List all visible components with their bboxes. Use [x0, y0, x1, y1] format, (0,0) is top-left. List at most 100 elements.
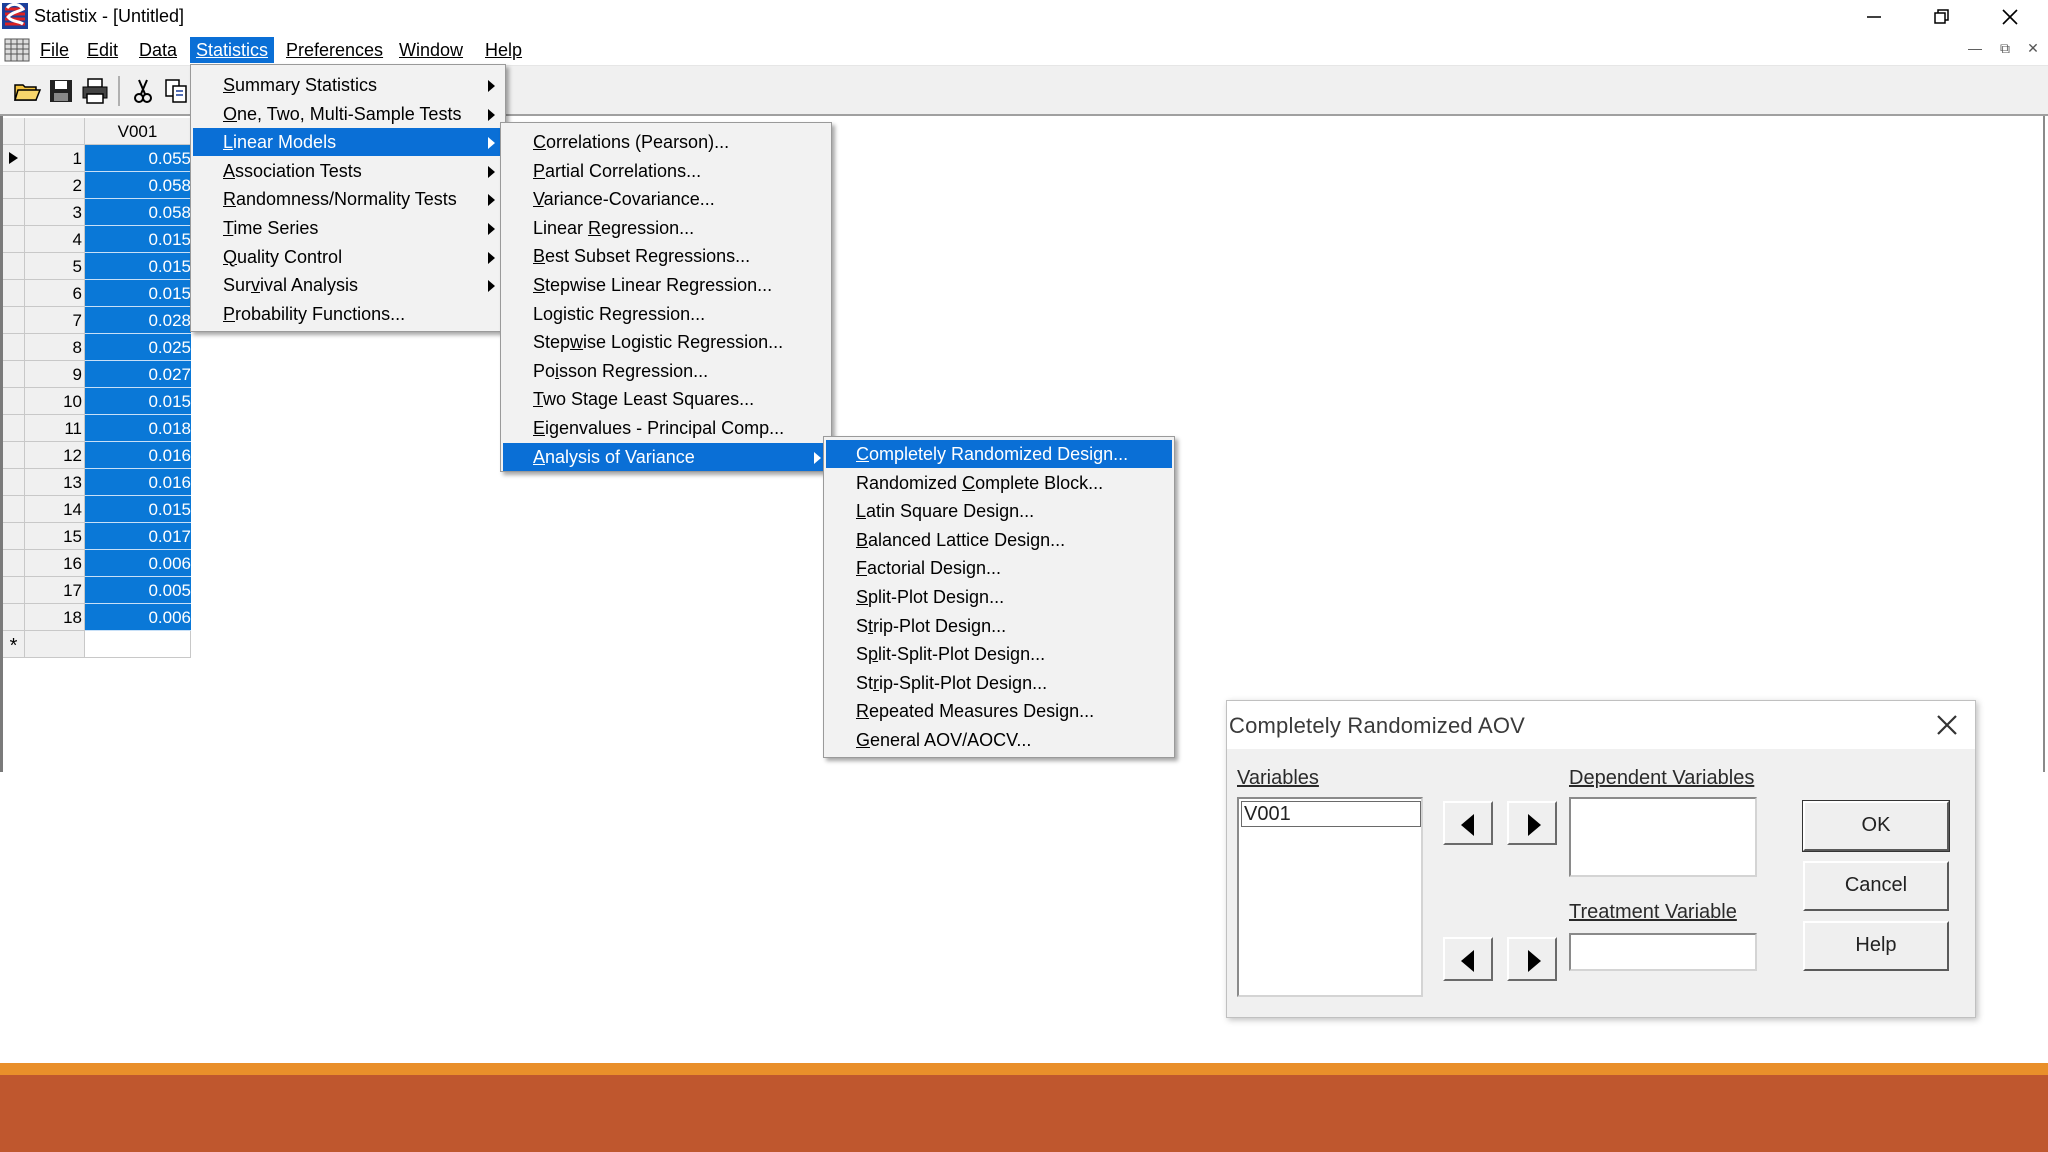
data-cell[interactable]: 0.027	[85, 361, 191, 388]
row-number[interactable]: 6	[25, 280, 85, 307]
table-row[interactable]: 6 0.015	[3, 280, 191, 307]
menu-item-randomness-normality-tests[interactable]: Randomness/Normality Tests	[193, 185, 503, 213]
table-row[interactable]: 7 0.028	[3, 307, 191, 334]
table-row[interactable]: 14 0.015	[3, 496, 191, 523]
data-cell[interactable]: 0.015	[85, 280, 191, 307]
variable-item-v001[interactable]: V001	[1241, 801, 1421, 827]
menu-edit[interactable]: Edit	[81, 37, 124, 63]
menu-window[interactable]: Window	[393, 37, 469, 63]
data-cell[interactable]: 0.016	[85, 442, 191, 469]
menu-preferences[interactable]: Preferences	[280, 37, 389, 63]
row-indicator[interactable]	[3, 469, 25, 496]
empty-cell[interactable]	[85, 631, 191, 658]
row-number[interactable]: 15	[25, 523, 85, 550]
row-indicator[interactable]	[3, 577, 25, 604]
close-button[interactable]	[1978, 0, 2042, 34]
menu-item-probability-functions[interactable]: Probability Functions...	[193, 300, 503, 328]
row-indicator[interactable]	[3, 523, 25, 550]
data-cell[interactable]: 0.016	[85, 469, 191, 496]
menu-item-linear-models[interactable]: Linear Models	[193, 128, 503, 157]
menu-item-linear-regression[interactable]: Linear Regression...	[503, 214, 829, 242]
menu-item-logistic-regression[interactable]: Logistic Regression...	[503, 300, 829, 328]
child-restore-button[interactable]: ⧉	[1992, 40, 2018, 60]
row-indicator[interactable]	[3, 550, 25, 577]
table-row[interactable]: 15 0.017	[3, 523, 191, 550]
table-row[interactable]: 1 0.055	[3, 145, 191, 172]
child-minimize-button[interactable]: —	[1962, 40, 1988, 60]
data-cell[interactable]: 0.015	[85, 226, 191, 253]
variables-list[interactable]: V001	[1237, 797, 1423, 997]
treatment-variable-field[interactable]	[1569, 933, 1757, 971]
copy-button[interactable]	[162, 76, 192, 106]
menu-item-correlations-pearson[interactable]: Correlations (Pearson)...	[503, 128, 829, 156]
row-number[interactable]: 5	[25, 253, 85, 280]
help-button[interactable]: Help	[1803, 921, 1949, 971]
row-indicator[interactable]	[3, 415, 25, 442]
row-indicator[interactable]	[3, 253, 25, 280]
row-number[interactable]: 9	[25, 361, 85, 388]
data-cell[interactable]: 0.028	[85, 307, 191, 334]
row-indicator[interactable]	[3, 361, 25, 388]
row-number[interactable]: 10	[25, 388, 85, 415]
menu-item-best-subset-regressions[interactable]: Best Subset Regressions...	[503, 242, 829, 270]
table-row[interactable]: 2 0.058	[3, 172, 191, 199]
menu-item-latin-square-design[interactable]: Latin Square Design...	[826, 497, 1172, 525]
row-number[interactable]: 3	[25, 199, 85, 226]
row-indicator[interactable]	[3, 199, 25, 226]
data-cell[interactable]: 0.015	[85, 388, 191, 415]
row-indicator[interactable]	[3, 442, 25, 469]
menu-data[interactable]: Data	[133, 37, 183, 63]
remove-dependent-button[interactable]	[1443, 801, 1493, 845]
menu-item-strip-split-plot-design[interactable]: Strip-Split-Plot Design...	[826, 669, 1172, 697]
menu-item-strip-plot-design[interactable]: Strip-Plot Design...	[826, 612, 1172, 640]
row-number[interactable]: 12	[25, 442, 85, 469]
data-cell[interactable]: 0.058	[85, 172, 191, 199]
row-number[interactable]: 7	[25, 307, 85, 334]
menu-file[interactable]: File	[34, 37, 75, 63]
restore-button[interactable]	[1910, 0, 1974, 34]
menu-item-association-tests[interactable]: Association Tests	[193, 157, 503, 185]
row-number[interactable]: 8	[25, 334, 85, 361]
table-row[interactable]: 9 0.027	[3, 361, 191, 388]
table-row[interactable]: 18 0.006	[3, 604, 191, 631]
table-row[interactable]: 3 0.058	[3, 199, 191, 226]
data-cell[interactable]: 0.006	[85, 550, 191, 577]
row-indicator[interactable]	[3, 172, 25, 199]
data-cell[interactable]: 0.015	[85, 253, 191, 280]
print-button[interactable]	[80, 76, 110, 106]
menu-item-quality-control[interactable]: Quality Control	[193, 243, 503, 271]
table-row[interactable]: 4 0.015	[3, 226, 191, 253]
table-row[interactable]: 8 0.025	[3, 334, 191, 361]
menu-item-stepwise-linear-regression[interactable]: Stepwise Linear Regression...	[503, 271, 829, 299]
menu-help[interactable]: Help	[479, 37, 528, 63]
corner-cell[interactable]	[3, 118, 25, 145]
table-row[interactable]: 17 0.005	[3, 577, 191, 604]
row-number[interactable]: 16	[25, 550, 85, 577]
row-number[interactable]: 18	[25, 604, 85, 631]
minimize-button[interactable]	[1842, 0, 1906, 34]
menu-item-one-two-multi-sample-tests[interactable]: One, Two, Multi-Sample Tests	[193, 100, 503, 128]
menu-item-poisson-regression[interactable]: Poisson Regression...	[503, 357, 829, 385]
table-row[interactable]: 10 0.015	[3, 388, 191, 415]
menu-item-completely-randomized-design[interactable]: Completely Randomized Design...	[826, 440, 1172, 468]
data-cell[interactable]: 0.015	[85, 496, 191, 523]
document-grid-icon[interactable]	[4, 37, 32, 63]
menu-item-randomized-complete-block[interactable]: Randomized Complete Block...	[826, 469, 1172, 497]
menu-item-summary-statistics[interactable]: Summary Statistics	[193, 71, 503, 99]
table-row[interactable]: 11 0.018	[3, 415, 191, 442]
dependent-variables-list[interactable]	[1569, 797, 1757, 877]
menu-statistics[interactable]: Statistics	[190, 37, 275, 63]
menu-item-stepwise-logistic-regression[interactable]: Stepwise Logistic Regression...	[503, 328, 829, 356]
menu-item-split-split-plot-design[interactable]: Split-Split-Plot Design...	[826, 640, 1172, 668]
column-header-v001[interactable]: V001	[85, 118, 191, 145]
row-indicator[interactable]	[3, 604, 25, 631]
remove-treatment-button[interactable]	[1443, 937, 1493, 981]
data-cell[interactable]: 0.055	[85, 145, 191, 172]
menu-item-survival-analysis[interactable]: Survival Analysis	[193, 271, 503, 299]
row-number[interactable]: 14	[25, 496, 85, 523]
table-row[interactable]: 5 0.015	[3, 253, 191, 280]
table-row[interactable]: 16 0.006	[3, 550, 191, 577]
data-cell[interactable]: 0.018	[85, 415, 191, 442]
menu-item-split-plot-design[interactable]: Split-Plot Design...	[826, 583, 1172, 611]
menu-item-eigenvalues-principal-comp[interactable]: Eigenvalues - Principal Comp...	[503, 414, 829, 442]
